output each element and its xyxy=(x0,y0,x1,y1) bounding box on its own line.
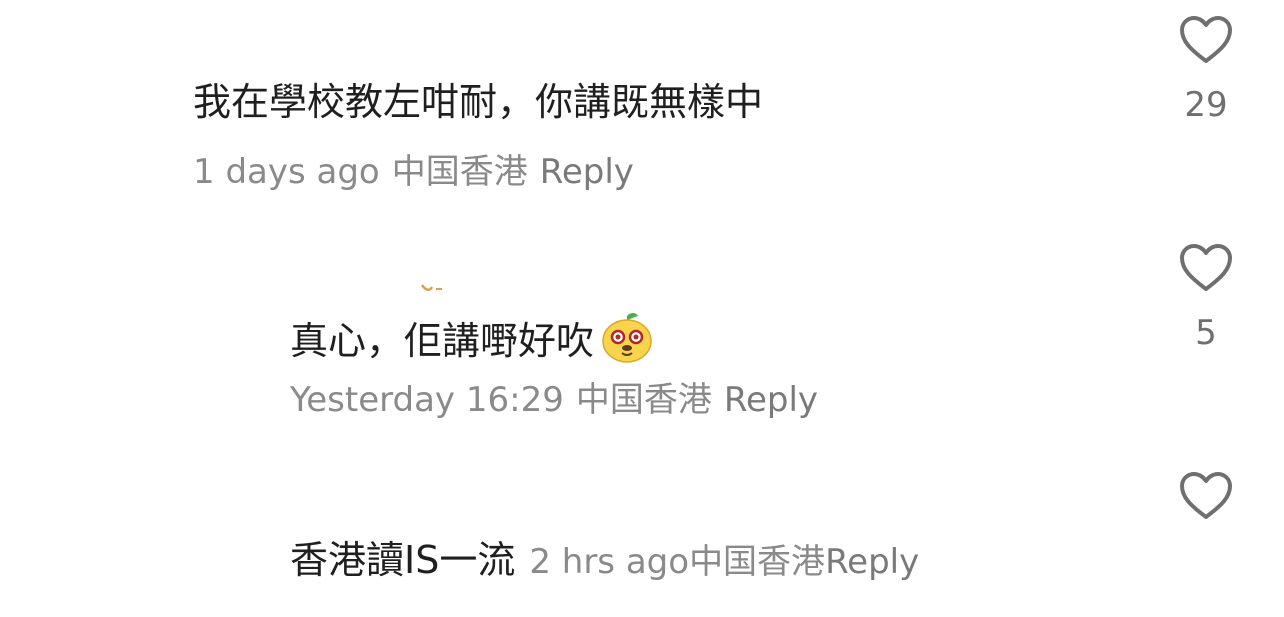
comment-location: 中国香港 xyxy=(575,380,712,420)
heart-outline-icon xyxy=(1180,244,1232,291)
comment-meta: 2 hrs ago中国香港Reply xyxy=(529,542,919,582)
like-button[interactable]: 29 xyxy=(1176,14,1236,122)
comment-time: Yesterday 16:29 xyxy=(290,380,564,420)
comment-meta: 1 days ago 中国香港 Reply xyxy=(193,155,634,189)
comment-text: 真心，佢講嘢好吹 xyxy=(290,319,595,363)
like-button[interactable]: 5 xyxy=(1176,242,1236,350)
comment-text: 香港讀IS一流 xyxy=(290,538,516,582)
comment-body: 真心，佢講嘢好吹 xyxy=(290,310,654,370)
reply-button[interactable]: Reply xyxy=(540,152,634,192)
comment-location: 中国香港 xyxy=(689,542,826,582)
comment-text: 我在學校教左咁耐，你講既無樣中 xyxy=(193,80,764,124)
comment-location: 中国香港 xyxy=(391,152,528,192)
comment-body: 香港讀IS一流 2 hrs ago中国香港Reply xyxy=(290,541,919,579)
clipped-sticker-fragment xyxy=(420,278,444,297)
comment-meta: Yesterday 16:29 中国香港 Reply xyxy=(290,383,818,417)
like-button[interactable] xyxy=(1176,470,1236,522)
reply-button[interactable]: Reply xyxy=(825,542,919,582)
like-count: 5 xyxy=(1195,313,1217,353)
lion-face-emoji xyxy=(600,310,654,370)
like-count: 29 xyxy=(1184,85,1228,125)
reply-button[interactable]: Reply xyxy=(724,380,818,420)
heart-outline-icon xyxy=(1180,472,1232,519)
heart-outline-icon xyxy=(1180,16,1232,63)
comment-time: 1 days ago xyxy=(193,152,380,192)
comment-time: 2 hrs ago xyxy=(529,542,690,582)
